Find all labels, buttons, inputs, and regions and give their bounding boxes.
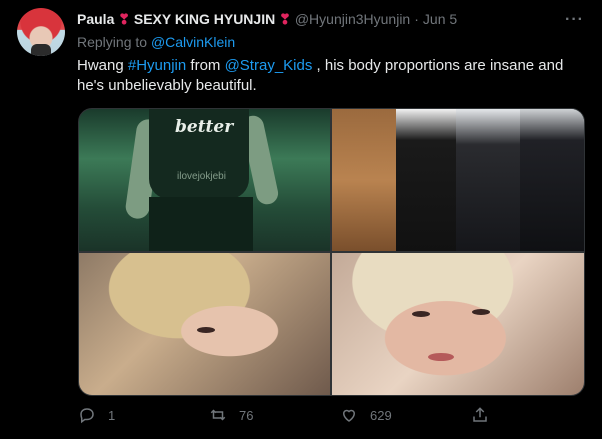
suit-figure — [520, 109, 584, 251]
tweet-text-part: from — [186, 57, 225, 74]
tweet-header: Paula ❣ SEXY KING HYUNJIN ❣ @Hyunjin3Hyu… — [77, 9, 457, 29]
share-icon — [473, 407, 487, 422]
hashtag-link[interactable]: #Hyunjin — [128, 57, 186, 74]
shirt-logo-text: better — [175, 117, 234, 137]
heart-emoji-icon: ❣ — [118, 11, 130, 27]
reply-button[interactable]: 1 — [78, 406, 115, 424]
pants-shape — [149, 197, 253, 251]
reply-count: 1 — [108, 407, 116, 423]
coat-figure — [332, 109, 396, 251]
suit-figure — [456, 109, 520, 251]
user-handle[interactable]: @Hyunjin3Hyunjin — [295, 9, 410, 29]
reply-icon — [80, 408, 94, 424]
media-image-2[interactable] — [332, 109, 584, 251]
lips-shape — [428, 353, 454, 361]
like-count: 629 — [370, 407, 392, 423]
tweet-actions: 1 76 629 — [78, 402, 583, 430]
tweet[interactable]: Paula ❣ SEXY KING HYUNJIN ❣ @Hyunjin3Hyu… — [0, 0, 602, 439]
watermark-text: ilovejokjebi — [177, 171, 226, 182]
replying-to: Replying to @CalvinKlein — [77, 33, 235, 51]
share-button[interactable] — [471, 406, 489, 424]
heart-emoji-icon: ❣ — [279, 11, 291, 27]
suit-figure — [396, 109, 456, 251]
display-name-text[interactable]: Paula — [77, 11, 114, 27]
retweet-button[interactable]: 76 — [209, 406, 253, 424]
mention-link[interactable]: @Stray_Kids — [225, 57, 313, 74]
separator-dot: · — [414, 11, 419, 27]
media-image-4[interactable] — [332, 253, 584, 395]
tweet-date[interactable]: Jun 5 — [423, 9, 457, 29]
avatar[interactable] — [17, 8, 65, 56]
tweet-text-part: Hwang — [77, 57, 128, 74]
tweet-text: Hwang #Hyunjin from @Stray_Kids , his bo… — [77, 56, 577, 96]
heart-icon — [342, 409, 356, 422]
replying-prefix: Replying to — [77, 34, 148, 50]
media-image-3[interactable] — [79, 253, 330, 395]
more-options-icon[interactable]: ··· — [565, 11, 584, 29]
eye-shape — [412, 311, 430, 317]
like-button[interactable]: 629 — [340, 406, 392, 424]
eye-shape — [197, 327, 215, 333]
replying-to-link[interactable]: @CalvinKlein — [151, 34, 235, 50]
eye-shape — [472, 309, 490, 315]
retweet-count: 76 — [239, 407, 254, 423]
display-name-badge-text[interactable]: SEXY KING HYUNJIN — [134, 11, 275, 27]
media-image-1[interactable]: better ilovejokjebi — [79, 109, 330, 251]
retweet-icon — [210, 409, 226, 421]
display-name[interactable]: Paula ❣ SEXY KING HYUNJIN ❣ — [77, 9, 291, 29]
media-grid: better ilovejokjebi — [78, 108, 585, 396]
